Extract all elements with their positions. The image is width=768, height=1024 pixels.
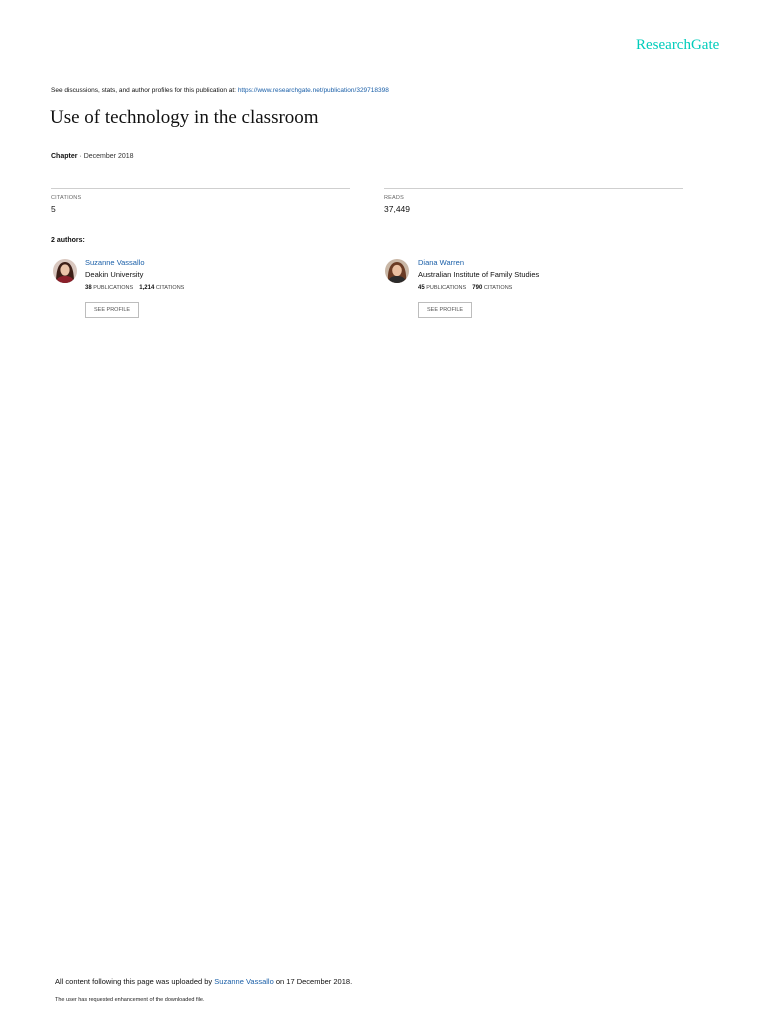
author-stats: 45 PUBLICATIONS 790 CITATIONS [418, 285, 539, 291]
divider-left [51, 188, 350, 189]
citations-label: CITATIONS [155, 285, 185, 291]
avatar[interactable] [385, 259, 409, 283]
citations-value: 5 [51, 204, 56, 214]
reads-stat: READS 37,449 [384, 195, 410, 214]
publication-meta: Chapter · December 2018 [51, 153, 134, 160]
upload-suffix: on 17 December 2018. [275, 977, 353, 986]
author-info: Diana Warren Australian Institute of Fam… [418, 258, 539, 291]
see-profile-button[interactable]: SEE PROFILE [85, 302, 140, 318]
meta-separator: · [79, 153, 82, 160]
citations-stat: CITATIONS 5 [51, 195, 81, 214]
reads-value: 37,449 [384, 204, 410, 214]
upload-note: All content following this page was uplo… [55, 977, 352, 986]
discussions-line: See discussions, stats, and author profi… [51, 87, 389, 94]
author-info: Suzanne Vassallo Deakin University 38 PU… [85, 258, 184, 291]
publication-type: Chapter [51, 153, 78, 160]
publications-count: 38 [85, 285, 92, 291]
author-stats: 38 PUBLICATIONS 1,214 CITATIONS [85, 285, 184, 291]
discussions-text: See discussions, stats, and author profi… [51, 87, 236, 94]
citations-label: CITATIONS [483, 285, 513, 291]
see-profile-button[interactable]: SEE PROFILE [418, 302, 473, 318]
citations-count: 790 [472, 285, 483, 291]
author-card [53, 259, 77, 283]
citations-count: 1,214 [139, 285, 155, 291]
citations-label: CITATIONS [51, 195, 82, 201]
researchgate-logo[interactable]: ResearchGate [636, 37, 719, 54]
uploader-link[interactable]: Suzanne Vassallo [214, 977, 273, 986]
enhancement-note: The user has requested enhancement of th… [55, 997, 205, 1003]
author-name-link[interactable]: Suzanne Vassallo [85, 258, 184, 267]
publication-link[interactable]: https://www.researchgate.net/publication… [238, 87, 389, 94]
author-name-link[interactable]: Diana Warren [418, 258, 539, 267]
author-affiliation: Australian Institute of Family Studies [418, 270, 540, 279]
publication-date: December 2018 [83, 153, 134, 160]
avatar[interactable] [53, 259, 77, 283]
author-card [385, 259, 409, 283]
authors-heading: 2 authors: [51, 237, 85, 244]
reads-label: READS [384, 195, 404, 201]
publications-count: 45 [418, 285, 425, 291]
divider-right [384, 188, 683, 189]
author-affiliation: Deakin University [85, 270, 144, 279]
publication-title: Use of technology in the classroom [50, 107, 319, 128]
publications-label: PUBLICATIONS [93, 285, 134, 291]
publications-label: PUBLICATIONS [426, 285, 467, 291]
upload-prefix: All content following this page was uplo… [55, 977, 213, 986]
